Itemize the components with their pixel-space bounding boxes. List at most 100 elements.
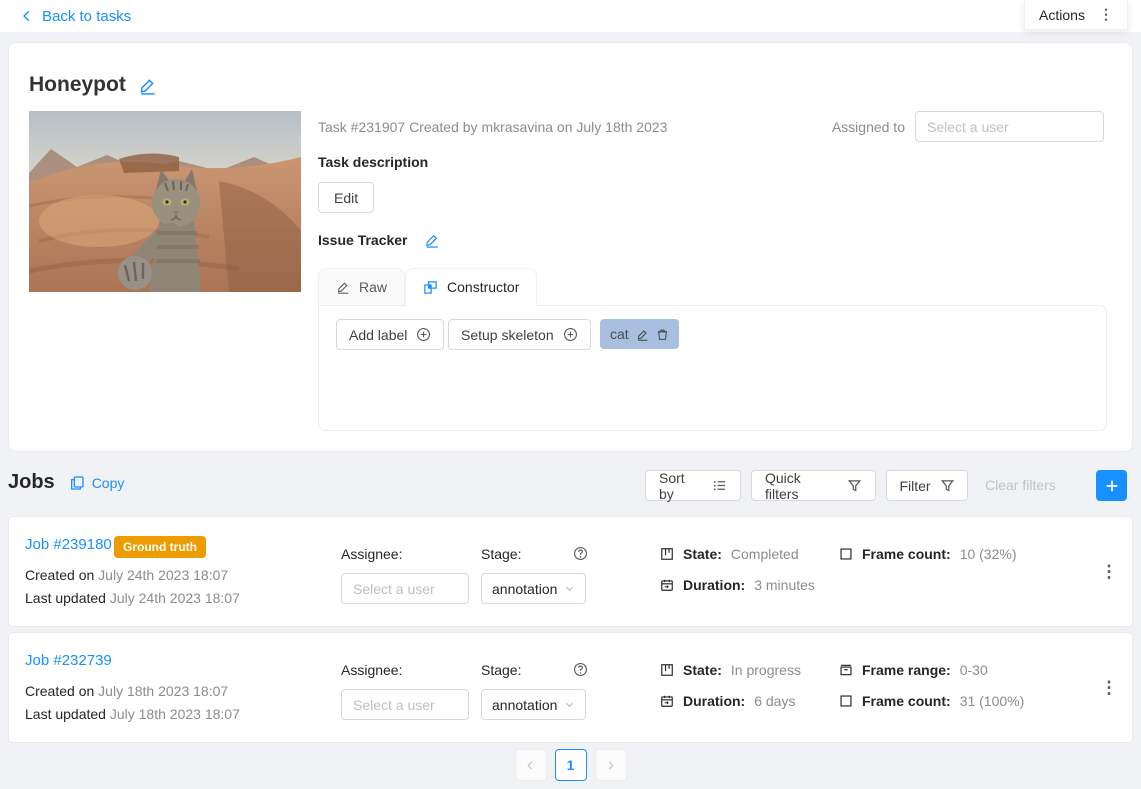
duration-info: Duration: 6 days [660,693,795,709]
stage-label: Stage: [481,546,522,562]
quick-filters-button[interactable]: Quick filters [751,469,876,502]
duration-label: Duration: [683,577,746,593]
chevron-down-icon [564,583,575,594]
frame-range-label: Frame range: [862,662,951,678]
job-link[interactable]: Job #239180 [25,536,112,553]
top-bar: Back to tasks Actions ⋮ [0,0,1141,32]
last-updated-label: Last updated [25,590,106,606]
frame-count-square-icon [839,694,853,708]
quick-filters-label: Quick filters [765,469,801,502]
edit-title-icon[interactable] [138,76,157,95]
duration-info: Duration: 3 minutes [660,577,815,593]
setup-skeleton-button-label: Setup skeleton [461,326,554,343]
chevron-left-icon [20,9,34,23]
job-row-232739: Job #232739 Created on July 18th 2023 18… [8,632,1133,743]
created-on-label: Created on [25,567,95,583]
add-job-button[interactable] [1096,470,1127,501]
last-updated-line: Last updated July 24th 2023 18:07 [25,590,240,606]
frame-count-value: 10 (32%) [959,546,1017,562]
stage-select[interactable]: annotation [481,689,586,720]
edit-label-icon[interactable] [636,328,649,341]
copy-icon [69,475,85,491]
stage-select[interactable]: annotation [481,573,586,604]
stage-select-value: annotation [492,580,558,597]
last-updated-line: Last updated July 18th 2023 18:07 [25,706,240,722]
created-on-label: Created on [25,683,95,699]
copy-jobs-link[interactable]: Copy [69,474,125,491]
task-assignee-input[interactable] [915,111,1104,142]
filter-funnel-icon [847,478,862,493]
ground-truth-badge: Ground truth [114,536,206,558]
issue-tracker-row: Issue Tracker [318,232,440,248]
task-title-row: Honeypot [29,73,157,97]
filter-button[interactable]: Filter [886,470,968,501]
assignee-label: Assignee: [341,662,403,678]
created-on-line: Created on July 18th 2023 18:07 [25,683,228,699]
filter-label: Filter [899,477,931,494]
plus-circle-icon [416,327,431,342]
task-meta: Task #231907 Created by mkrasavina on Ju… [318,119,668,135]
issue-tracker-label: Issue Tracker [318,232,408,248]
job-link[interactable]: Job #232739 [25,652,112,669]
state-label: State: [683,662,722,678]
back-to-tasks-link[interactable]: Back to tasks [20,0,131,32]
pagination-page-1[interactable]: 1 [554,749,587,781]
back-to-tasks-label: Back to tasks [42,7,132,25]
job-assignee-input[interactable] [341,573,469,604]
frame-count-label: Frame count: [862,693,951,709]
plus-circle-icon [563,327,578,342]
sort-by-label: Sort by [659,469,685,502]
tab-raw-label: Raw [359,279,388,295]
label-chip-name: cat [610,326,629,342]
state-label: State: [683,546,722,562]
job-assignee-input[interactable] [341,689,469,720]
frame-count-info: Frame count: 10 (32%) [839,546,1017,562]
frame-range-value: 0-30 [959,662,988,678]
sort-by-button[interactable]: Sort by [645,469,741,502]
job-menu-button[interactable]: ⋮ [1095,674,1123,702]
task-details-card: Honeypot Task #231907 Created by mkrasav… [8,42,1133,452]
job-menu-button[interactable]: ⋮ [1095,558,1123,586]
copy-label: Copy [91,474,125,491]
help-circle-icon[interactable] [573,546,588,561]
duration-calendar-icon [660,694,674,708]
last-updated-label: Last updated [25,706,106,722]
actions-button[interactable]: Actions ⋮ [1024,0,1128,30]
edit-issue-tracker-icon[interactable] [424,232,440,248]
duration-label: Duration: [683,693,746,709]
created-on-value: July 18th 2023 18:07 [98,683,229,699]
block-icon [423,280,438,295]
plus-icon [1104,478,1120,494]
pagination-prev-button[interactable] [514,749,547,781]
frame-count-label: Frame count: [862,546,951,562]
jobs-title: Jobs [8,471,55,493]
actions-label: Actions [1039,6,1085,23]
tab-constructor[interactable]: Constructor [405,268,538,306]
setup-skeleton-button[interactable]: Setup skeleton [448,319,591,350]
created-on-value: July 24th 2023 18:07 [98,567,229,583]
chevron-down-icon [564,699,575,710]
pagination-next-button[interactable] [594,749,627,781]
add-label-button-label: Add label [349,326,408,343]
stage-select-value: annotation [492,696,558,713]
state-board-icon [660,547,674,561]
tab-constructor-label: Constructor [447,279,520,295]
help-circle-icon[interactable] [573,662,588,677]
edit-description-button[interactable]: Edit [318,182,375,213]
duration-value: 3 minutes [754,577,815,593]
labels-tabs: Raw Constructor [318,268,538,306]
last-updated-value: July 18th 2023 18:07 [109,706,240,722]
delete-label-icon[interactable] [656,328,669,341]
state-value: Completed [730,546,799,562]
assigned-to-row: Assigned to [832,111,1104,142]
state-value: In progress [730,662,801,678]
frame-range-info: Frame range: 0-30 [839,662,988,678]
state-board-icon [660,663,674,677]
add-label-button[interactable]: Add label [336,319,445,350]
tab-raw[interactable]: Raw [318,268,406,306]
label-constructor-panel: Add label Setup skeleton cat [318,305,1107,431]
more-vertical-icon: ⋮ [1098,6,1113,22]
job-row-239180: Job #239180 Ground truth Created on July… [8,516,1133,627]
last-updated-value: July 24th 2023 18:07 [109,590,240,606]
clear-filters-button[interactable]: Clear filters [985,477,1056,493]
